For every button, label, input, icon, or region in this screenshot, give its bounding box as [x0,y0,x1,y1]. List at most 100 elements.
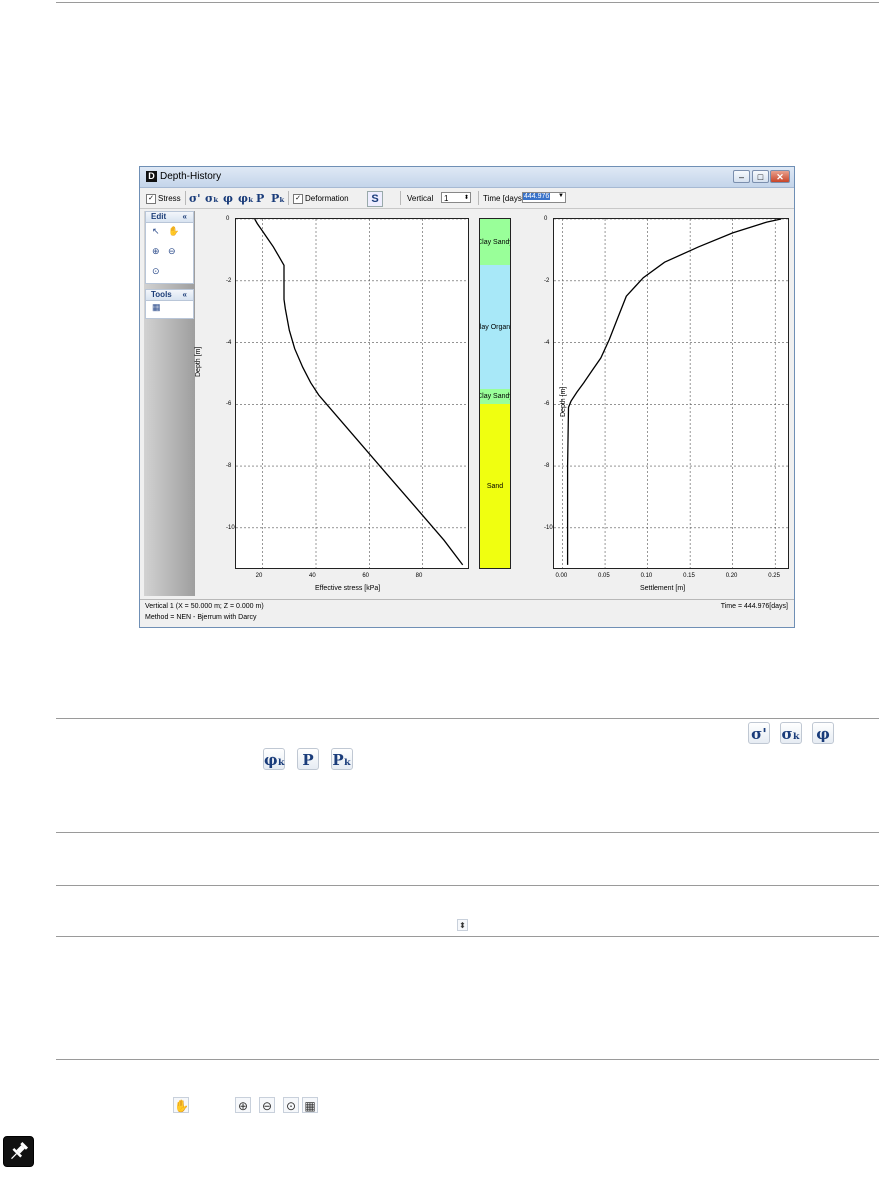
y-tick-label: -4 [226,339,232,346]
soil-layer: Clay Organic [480,265,510,390]
effective-stress-icon: σ' [748,722,770,744]
collapse-icon[interactable]: « [183,212,187,222]
soil-column: Clay Sandy Clay Organic Clay Sandy Sand [479,218,511,569]
vertical-info: Vertical 1 (X = 50.000 m; Z = 0.000 m) [145,603,264,610]
soil-layer: Clay Sandy [480,219,511,267]
hand-pan-icon: ✋ [173,1097,189,1113]
soil-layer: Sand [480,404,510,568]
export-icon[interactable]: ▦ [152,302,161,313]
y-tick-label: -6 [544,401,550,408]
phi-k-icon[interactable]: φₖ [238,192,254,205]
zoom-limits-icon[interactable]: ⊙ [152,266,160,277]
maximize-button[interactable]: □ [752,170,769,183]
x-tick-label: 0.05 [598,573,610,579]
edit-panel-header[interactable]: Edit « [146,212,193,223]
pin-icon [11,1141,29,1160]
stress-chart [236,218,468,568]
sidebar: Edit « ↖ ✋ ⊕ ⊖ ⊙ Tools « ▦ [144,211,195,596]
y-tick-label: -8 [544,463,550,470]
y-tick-label: 0 [544,216,548,222]
settlement-plot [553,218,789,569]
zoom-rectangle-icon: ▦ [302,1097,318,1113]
toolbar-separator [185,191,186,205]
collapse-icon[interactable]: « [183,290,187,300]
y-tick-label: -8 [226,463,232,470]
zoom-out-icon[interactable]: ⊖ [168,246,176,257]
time-info: Time = 444.976[days] [720,603,788,610]
zoom-limits-icon: ⊙ [283,1097,299,1113]
table-rule [56,885,879,886]
zoom-in-icon[interactable]: ⊕ [152,246,160,257]
y-tick-label: -4 [544,339,550,346]
stress-label: Stress [158,194,181,203]
chevron-down-icon: ▼ [558,193,564,199]
status-bar: Vertical 1 (X = 50.000 m; Z = 0.000 m) M… [140,599,794,627]
stress-checkbox[interactable]: ✓ [146,194,156,204]
time-label: Time [days] [483,194,525,203]
pressure-icon[interactable]: P [256,192,264,205]
settlement-button[interactable]: S [367,191,383,207]
y-tick-label: -10 [226,524,235,531]
stress-plot [235,218,469,569]
note-icon [3,1136,34,1167]
phi-icon[interactable]: φ [223,192,233,205]
y-tick-label: -2 [226,277,232,284]
table-rule [56,832,879,833]
hand-pan-icon[interactable]: ✋ [168,226,179,237]
x-tick-label: 40 [309,573,316,579]
pressure-k-icon[interactable]: Pₖ [271,192,285,205]
y-tick-label: 0 [226,216,230,222]
table-rule [56,936,879,937]
time-dropdown[interactable]: 444.976 ▼ [522,192,566,203]
y-tick-label: -10 [544,524,553,531]
vertical-label: Vertical [407,194,434,203]
vertical-spinner[interactable]: 1 ⬍ [441,192,471,203]
table-rule [56,1059,879,1060]
title-bar: D Depth-History – □ ✕ [140,167,794,188]
x-tick-label: 0.00 [555,573,568,579]
deformation-label: Deformation [305,194,349,203]
preconsolidation-stress-icon[interactable]: σₖ [205,192,219,205]
y-tick-label: -6 [226,401,232,408]
close-button[interactable]: ✕ [770,170,790,183]
x-tick-label: 0.15 [683,573,695,579]
deformation-checkbox[interactable]: ✓ [293,194,303,204]
soil-layer-label: Clay Sandy [480,238,511,246]
pointer-icon[interactable]: ↖ [152,226,160,237]
toolbar-separator [478,191,479,205]
settlement-x-axis-label: Settlement [m] [640,585,686,592]
soil-layer-label: Clay Organic [479,323,511,331]
soil-layer-label: Sand [486,482,504,490]
stress-x-axis-label: Effective stress [kPa] [315,585,381,592]
x-tick-label: 0.25 [768,573,780,579]
effective-stress-icon[interactable]: σ' [189,192,200,205]
series-line [566,218,782,565]
x-tick-label: 0.10 [640,573,653,579]
phi-k-icon: φₖ [263,748,285,770]
toolbar-separator [288,191,289,205]
edit-label: Edit [151,212,167,221]
stress-y-axis-label: Depth [m] [195,346,202,377]
method-info: Method = NEN - Bjerrum with Darcy [145,614,257,621]
soil-layer: Clay Sandy [480,388,511,406]
pressure-icon: P [297,748,319,770]
settlement-chart [554,218,788,568]
y-tick-label: -2 [544,277,550,284]
vertical-value: 1 [444,194,449,203]
tools-label: Tools [151,290,172,299]
spin-arrows-icon: ⬍ [457,919,468,931]
phi-icon: φ [812,722,834,744]
tools-panel-header[interactable]: Tools « [146,290,193,301]
x-tick-label: 0.20 [725,573,738,579]
series-line [254,218,464,566]
zoom-out-icon: ⊖ [259,1097,275,1113]
minimize-button[interactable]: – [733,170,750,183]
soil-layer-label: Clay Sandy [480,393,511,401]
tools-panel: Tools « ▦ [145,289,194,319]
settlement-y-axis-label: Depth [m] [560,386,567,417]
zoom-in-icon: ⊕ [235,1097,251,1113]
x-tick-label: 60 [362,573,370,579]
spin-arrows-icon: ⬍ [463,195,469,201]
pressure-k-icon: Pₖ [331,748,353,770]
x-tick-label: 80 [415,573,423,579]
